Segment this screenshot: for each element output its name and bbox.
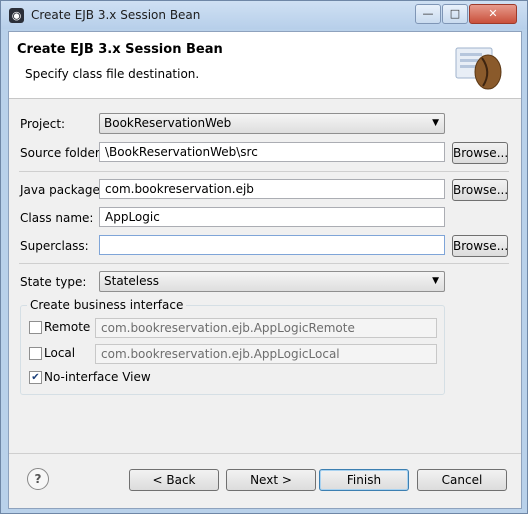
remote-checkbox[interactable] [29, 321, 42, 334]
project-label: Project: [20, 117, 66, 131]
next-button[interactable]: Next > [226, 469, 316, 491]
close-window-button[interactable]: ✕ [469, 4, 517, 24]
browse-superclass-button[interactable]: Browse... [452, 235, 508, 257]
wizard-title: Create EJB 3.x Session Bean [17, 42, 223, 57]
dialog-client-area: Create EJB 3.x Session Bean Specify clas… [8, 31, 522, 509]
class-name-field[interactable]: AppLogic [99, 207, 445, 227]
separator [19, 263, 509, 264]
wizard-subtitle: Specify class file destination. [25, 67, 200, 81]
superclass-field[interactable] [99, 235, 445, 255]
state-type-combo[interactable]: Stateless ▼ [99, 271, 445, 292]
local-interface-field: com.bookreservation.ejb.AppLogicLocal [95, 344, 437, 364]
source-folder-label: Source folder: [20, 146, 104, 160]
source-folder-field[interactable]: \BookReservationWeb\src [99, 142, 445, 162]
remote-interface-field: com.bookreservation.ejb.AppLogicRemote [95, 318, 437, 338]
session-bean-icon [455, 47, 502, 90]
minimize-button[interactable]: — [415, 4, 441, 24]
state-type-value: Stateless [104, 274, 159, 288]
help-icon[interactable]: ? [27, 468, 49, 490]
back-button[interactable]: < Back [129, 469, 219, 491]
browse-source-folder-button[interactable]: Browse... [452, 142, 508, 164]
project-value: BookReservationWeb [104, 116, 232, 130]
eclipse-app-icon: ◉ [9, 8, 24, 23]
business-interface-group-title: Create business interface [27, 298, 187, 312]
chevron-down-icon: ▼ [432, 118, 439, 128]
java-package-label: Java package: [20, 183, 104, 197]
chevron-down-icon: ▼ [432, 276, 439, 286]
local-checkbox[interactable] [29, 347, 42, 360]
wizard-header: Create EJB 3.x Session Bean Specify clas… [9, 32, 521, 99]
local-label: Local [44, 346, 76, 360]
no-interface-view-checkbox[interactable]: ✔ [29, 371, 42, 384]
browse-java-package-button[interactable]: Browse... [452, 179, 508, 201]
window-title: Create EJB 3.x Session Bean [31, 8, 201, 22]
java-package-field[interactable]: com.bookreservation.ejb [99, 179, 445, 199]
project-combo[interactable]: BookReservationWeb ▼ [99, 113, 445, 134]
finish-button[interactable]: Finish [319, 469, 409, 491]
class-name-label: Class name: [20, 211, 94, 225]
footer-separator [9, 453, 521, 454]
separator [19, 171, 509, 172]
remote-label: Remote [44, 320, 91, 334]
dialog-window: ◉ Create EJB 3.x Session Bean — □ ✕ Crea… [0, 0, 528, 514]
superclass-label: Superclass: [20, 239, 89, 253]
cancel-button[interactable]: Cancel [417, 469, 507, 491]
state-type-label: State type: [20, 275, 87, 289]
title-bar[interactable]: ◉ Create EJB 3.x Session Bean — □ ✕ [1, 1, 527, 29]
no-interface-view-label: No-interface View [44, 370, 151, 384]
maximize-button[interactable]: □ [442, 4, 468, 24]
